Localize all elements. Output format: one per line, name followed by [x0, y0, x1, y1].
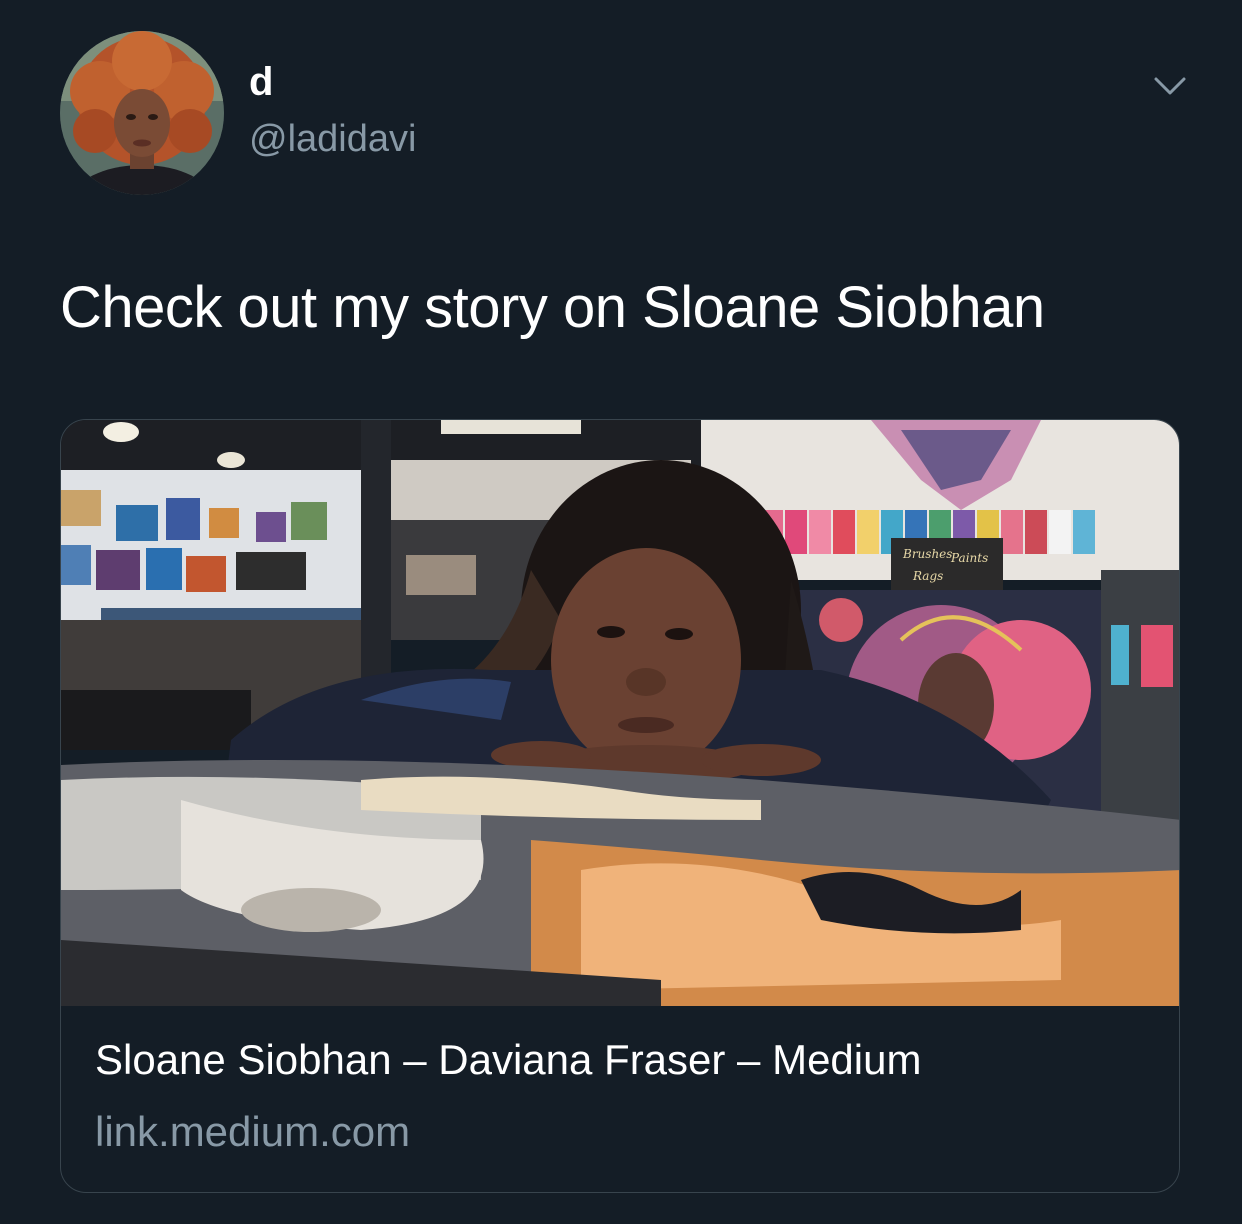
- sign-brushes-text: Brushes: [902, 547, 952, 561]
- user-handle[interactable]: @ladidavi: [249, 115, 416, 163]
- avatar[interactable]: [60, 31, 224, 195]
- sign-paints-text: Paints: [950, 551, 988, 565]
- link-card-title[interactable]: Sloane Siobhan – Daviana Fraser – Medium: [95, 1034, 921, 1086]
- sign-rags-text: Rags: [912, 569, 943, 583]
- avatar-image: [60, 31, 224, 195]
- chevron-down-icon[interactable]: [1153, 74, 1187, 98]
- link-card-domain: link.medium.com: [95, 1108, 411, 1155]
- tweet-text: Check out my story on Sloane Siobhan: [60, 275, 1045, 340]
- display-name[interactable]: d: [249, 58, 273, 106]
- link-card-image[interactable]: Brushes Paints Rags: [61, 420, 1179, 1006]
- tweet[interactable]: d @ladidavi Check out my story on Sloane…: [0, 0, 1242, 1224]
- link-card[interactable]: Brushes Paints Rags Sloane Siobhan – Dav…: [60, 419, 1180, 1193]
